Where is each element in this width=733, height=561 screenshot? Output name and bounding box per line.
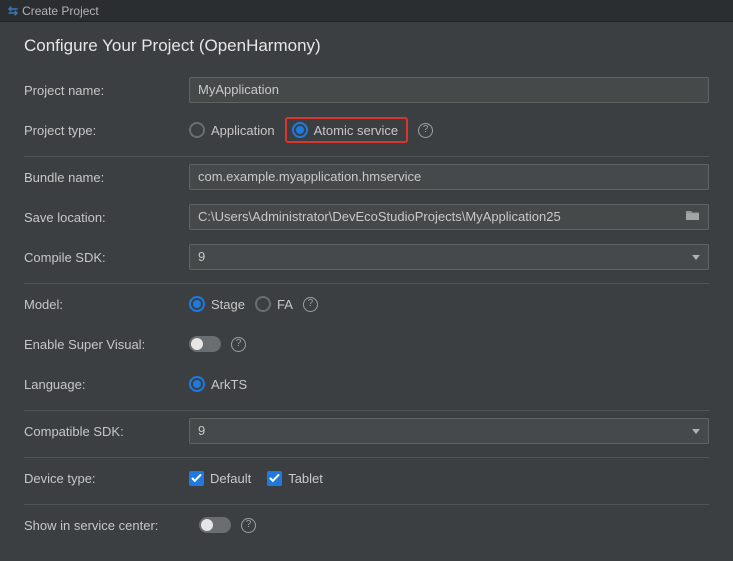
label-bundle-name: Bundle name: [24, 170, 189, 185]
save-location-input[interactable]: C:\Users\Administrator\DevEcoStudioProje… [189, 204, 709, 230]
radio-model-fa[interactable]: FA [255, 296, 293, 312]
highlight-atomic-service: Atomic service [285, 117, 409, 143]
window-title: Create Project [22, 4, 99, 18]
label-device-type: Device type: [24, 471, 189, 486]
toggle-enable-super-visual[interactable] [189, 336, 221, 352]
row-enable-super-visual: Enable Super Visual: ? [24, 330, 709, 358]
row-compatible-sdk: Compatible SDK: 9 [24, 417, 709, 445]
checkbox-tablet-label: Tablet [288, 471, 323, 486]
check-icon [269, 473, 280, 484]
page-title: Configure Your Project (OpenHarmony) [24, 36, 709, 56]
checkbox-tablet-wrap[interactable]: Tablet [267, 471, 323, 486]
label-compatible-sdk: Compatible SDK: [24, 424, 189, 439]
radio-language-arkts-label: ArkTS [211, 377, 247, 392]
radio-dot-icon [189, 296, 205, 312]
label-show-in-service-center: Show in service center: [24, 518, 199, 533]
separator [24, 457, 709, 458]
radio-application[interactable]: Application [189, 122, 275, 138]
radio-dot-icon [292, 122, 308, 138]
compatible-sdk-select[interactable]: 9 [189, 418, 709, 444]
label-save-location: Save location: [24, 210, 189, 225]
help-icon[interactable]: ? [418, 123, 433, 138]
radio-dot-icon [189, 122, 205, 138]
toggle-show-in-service-center[interactable] [199, 517, 231, 533]
checkbox-default-label: Default [210, 471, 251, 486]
label-model: Model: [24, 297, 189, 312]
radio-dot-icon [255, 296, 271, 312]
radio-atomic-service-label: Atomic service [314, 123, 399, 138]
compile-sdk-value: 9 [198, 245, 205, 269]
label-language: Language: [24, 377, 189, 392]
label-project-name: Project name: [24, 83, 189, 98]
row-device-type: Device type: Default Tablet [24, 464, 709, 492]
radio-model-stage[interactable]: Stage [189, 296, 245, 312]
row-model: Model: Stage FA ? [24, 290, 709, 318]
separator [24, 410, 709, 411]
check-icon [191, 473, 202, 484]
row-project-name: Project name: MyApplication [24, 76, 709, 104]
row-compile-sdk: Compile SDK: 9 [24, 243, 709, 271]
radio-dot-icon [189, 376, 205, 392]
project-name-value: MyApplication [198, 78, 279, 102]
checkbox-default-wrap[interactable]: Default [189, 471, 251, 486]
app-lead-icon: ⇆ [8, 4, 18, 18]
radio-atomic-service[interactable]: Atomic service [292, 122, 399, 138]
separator [24, 156, 709, 157]
bundle-name-input[interactable]: com.example.myapplication.hmservice [189, 164, 709, 190]
row-language: Language: ArkTS [24, 370, 709, 398]
row-save-location: Save location: C:\Users\Administrator\De… [24, 203, 709, 231]
label-compile-sdk: Compile SDK: [24, 250, 189, 265]
checkbox-tablet [267, 471, 282, 486]
label-enable-super-visual: Enable Super Visual: [24, 337, 189, 352]
radio-model-stage-label: Stage [211, 297, 245, 312]
row-bundle-name: Bundle name: com.example.myapplication.h… [24, 163, 709, 191]
folder-icon[interactable] [685, 205, 700, 229]
chevron-down-icon [692, 429, 700, 434]
help-icon[interactable]: ? [231, 337, 246, 352]
project-name-input[interactable]: MyApplication [189, 77, 709, 103]
help-icon[interactable]: ? [241, 518, 256, 533]
radio-language-arkts[interactable]: ArkTS [189, 376, 247, 392]
radio-application-label: Application [211, 123, 275, 138]
checkbox-default [189, 471, 204, 486]
help-icon[interactable]: ? [303, 297, 318, 312]
row-show-in-service-center: Show in service center: ? [24, 511, 709, 539]
radio-model-fa-label: FA [277, 297, 293, 312]
separator [24, 504, 709, 505]
chevron-down-icon [692, 255, 700, 260]
row-project-type: Project type: Application Atomic service… [24, 116, 709, 144]
bundle-name-value: com.example.myapplication.hmservice [198, 165, 421, 189]
label-project-type: Project type: [24, 123, 189, 138]
compatible-sdk-value: 9 [198, 419, 205, 443]
save-location-value: C:\Users\Administrator\DevEcoStudioProje… [198, 205, 561, 229]
separator [24, 283, 709, 284]
titlebar: ⇆ Create Project [0, 0, 733, 22]
content-area: Configure Your Project (OpenHarmony) Pro… [0, 22, 733, 561]
compile-sdk-select[interactable]: 9 [189, 244, 709, 270]
